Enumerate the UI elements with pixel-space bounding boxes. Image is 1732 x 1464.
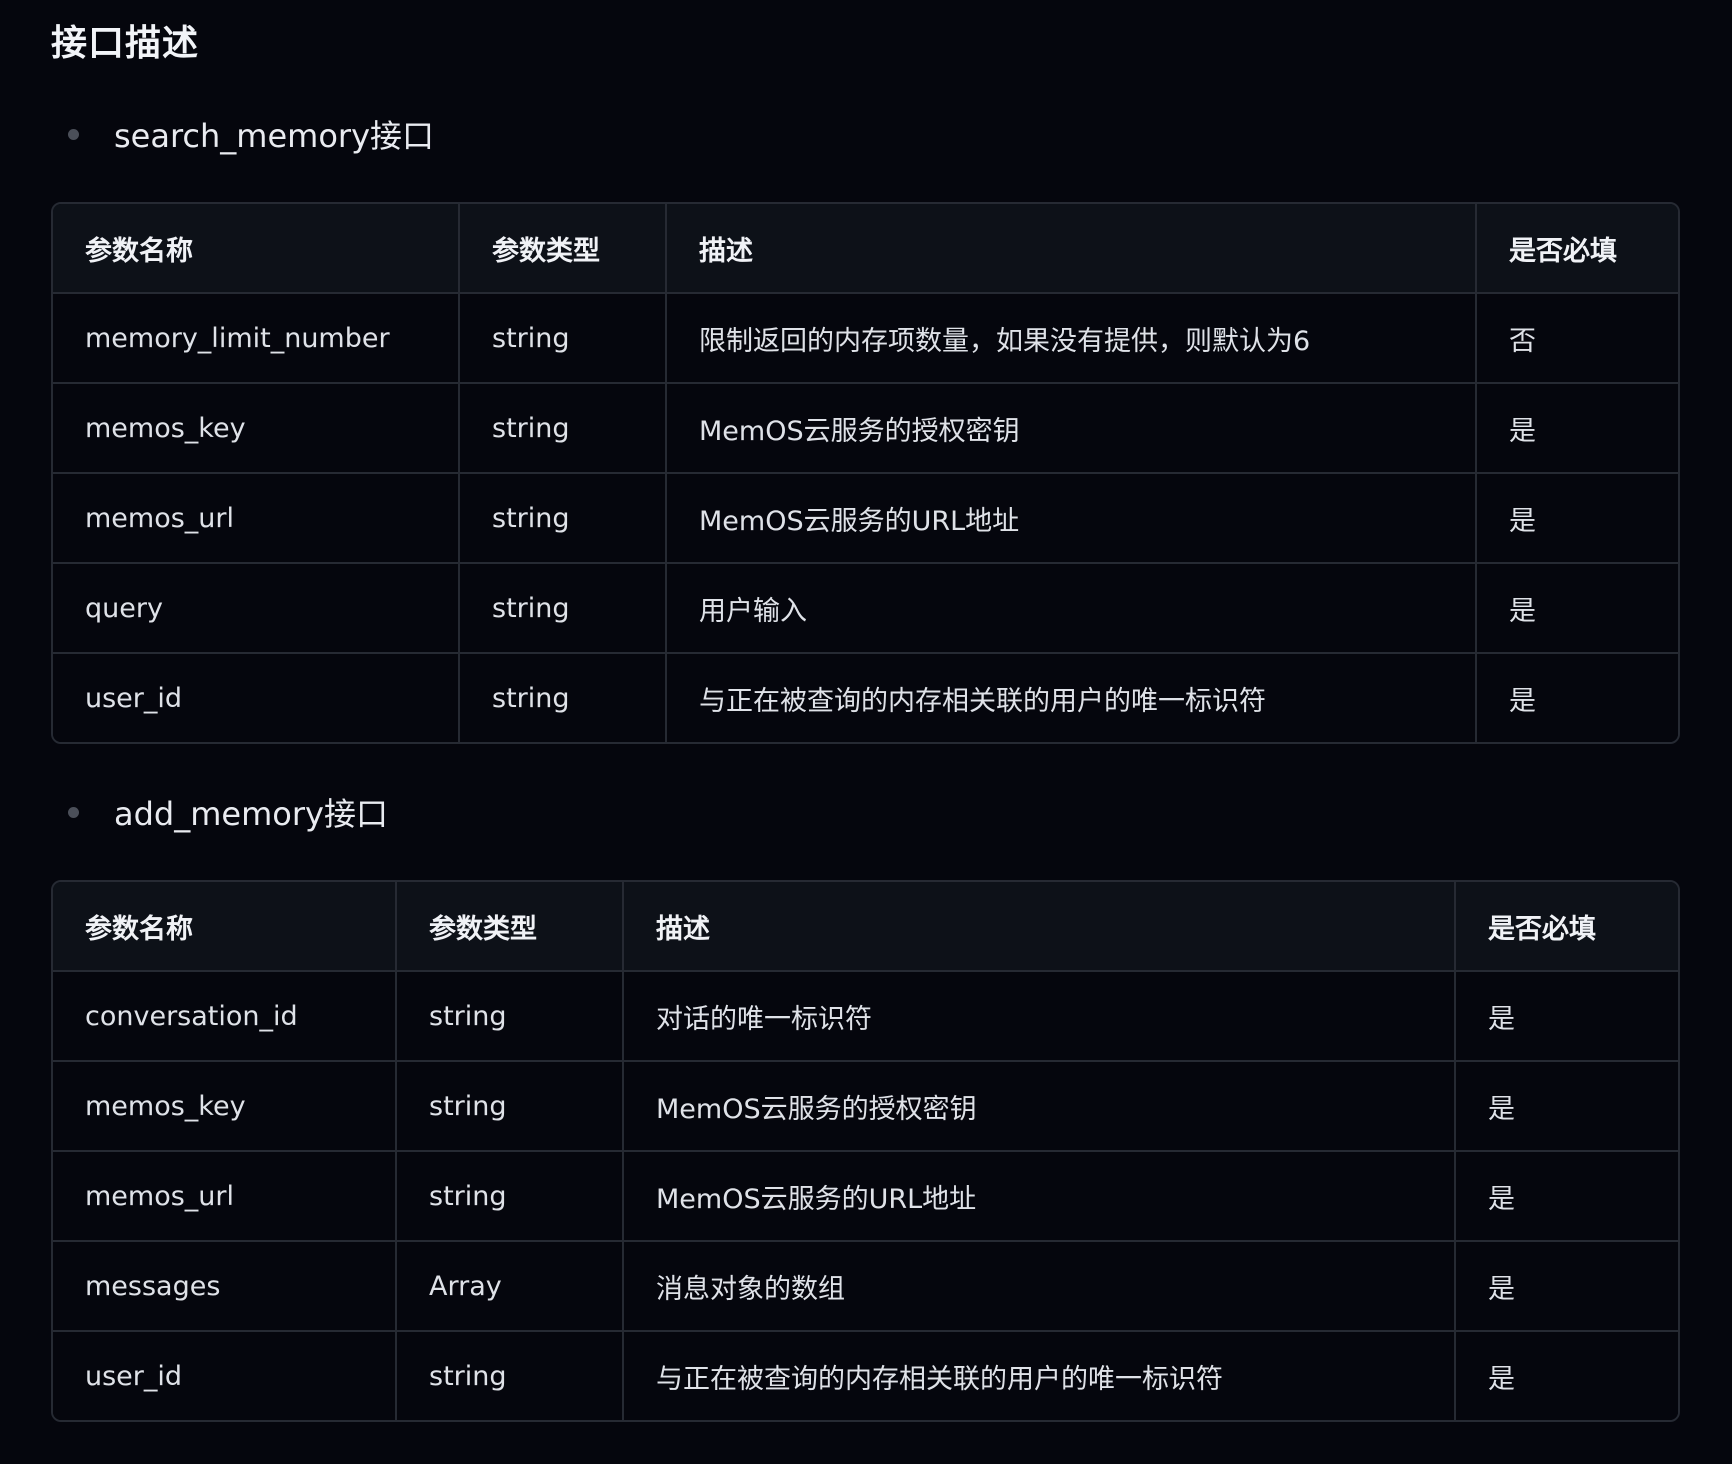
cell-param-type: string	[396, 1061, 624, 1152]
cell-required: 是	[1455, 1151, 1678, 1242]
cell-required: 是	[1476, 383, 1678, 474]
cell-required: 是	[1455, 1241, 1678, 1332]
cell-param-type: string	[459, 293, 667, 384]
cell-param-type: string	[396, 971, 624, 1062]
cell-param-type: string	[459, 383, 667, 474]
cell-required: 是	[1455, 1331, 1678, 1420]
cell-description: MemOS云服务的授权密钥	[623, 1061, 1456, 1152]
cell-required: 否	[1476, 293, 1678, 384]
cell-description: 限制返回的内存项数量，如果没有提供，则默认为6	[666, 293, 1477, 384]
table-row: memos_url string MemOS云服务的URL地址 是	[53, 1151, 1678, 1242]
table-row: messages Array 消息对象的数组 是	[53, 1241, 1678, 1332]
document-page: 接口描述 search_memory接口 参数名称 参数类型 描述 是否必填 m…	[0, 0, 1732, 1464]
cell-param-type: string	[459, 473, 667, 564]
cell-param-name: query	[53, 563, 460, 654]
cell-description: 与正在被查询的内存相关联的用户的唯一标识符	[623, 1331, 1456, 1420]
cell-description: MemOS云服务的URL地址	[623, 1151, 1456, 1242]
cell-description: 对话的唯一标识符	[623, 971, 1456, 1062]
column-header-description: 描述	[666, 204, 1477, 294]
add-memory-params-table: 参数名称 参数类型 描述 是否必填 conversation_id string…	[51, 880, 1680, 1422]
table-row: memory_limit_number string 限制返回的内存项数量，如果…	[53, 293, 1678, 384]
cell-description: MemOS云服务的URL地址	[666, 473, 1477, 564]
cell-param-name: user_id	[53, 1331, 397, 1420]
bullet-icon	[68, 806, 79, 818]
section-title: search_memory接口	[114, 117, 435, 155]
page-title: 接口描述	[51, 23, 200, 64]
table-row: user_id string 与正在被查询的内存相关联的用户的唯一标识符 是	[53, 653, 1678, 742]
cell-required: 是	[1476, 473, 1678, 564]
cell-param-name: messages	[53, 1241, 397, 1332]
section-add-memory-heading: add_memory接口	[68, 787, 388, 837]
table-row: memos_key string MemOS云服务的授权密钥 是	[53, 383, 1678, 474]
cell-description: 用户输入	[666, 563, 1477, 654]
column-header-required: 是否必填	[1476, 204, 1678, 294]
cell-param-name: memory_limit_number	[53, 293, 460, 384]
column-header-param-name: 参数名称	[53, 882, 397, 972]
cell-param-name: memos_key	[53, 383, 460, 474]
cell-description: 消息对象的数组	[623, 1241, 1456, 1332]
search-memory-params-table: 参数名称 参数类型 描述 是否必填 memory_limit_number st…	[51, 202, 1680, 744]
cell-required: 是	[1476, 563, 1678, 654]
cell-required: 是	[1455, 1061, 1678, 1152]
bullet-icon	[68, 128, 79, 140]
cell-param-name: memos_url	[53, 473, 460, 564]
column-header-param-type: 参数类型	[459, 204, 667, 294]
cell-description: MemOS云服务的授权密钥	[666, 383, 1477, 474]
table-row: user_id string 与正在被查询的内存相关联的用户的唯一标识符 是	[53, 1331, 1678, 1420]
table-row: conversation_id string 对话的唯一标识符 是	[53, 971, 1678, 1062]
table-header-row: 参数名称 参数类型 描述 是否必填	[53, 204, 1678, 294]
cell-required: 是	[1476, 653, 1678, 742]
table-row: query string 用户输入 是	[53, 563, 1678, 654]
cell-param-name: user_id	[53, 653, 460, 742]
section-search-memory-heading: search_memory接口	[68, 109, 434, 159]
table-row: memos_key string MemOS云服务的授权密钥 是	[53, 1061, 1678, 1152]
column-header-param-type: 参数类型	[396, 882, 624, 972]
cell-param-type: string	[396, 1151, 624, 1242]
table-row: memos_url string MemOS云服务的URL地址 是	[53, 473, 1678, 564]
table-header-row: 参数名称 参数类型 描述 是否必填	[53, 882, 1678, 972]
cell-param-type: string	[459, 563, 667, 654]
cell-param-type: Array	[396, 1241, 624, 1332]
cell-required: 是	[1455, 971, 1678, 1062]
cell-param-type: string	[459, 653, 667, 742]
cell-description: 与正在被查询的内存相关联的用户的唯一标识符	[666, 653, 1477, 742]
column-header-param-name: 参数名称	[53, 204, 460, 294]
cell-param-name: conversation_id	[53, 971, 397, 1062]
cell-param-name: memos_url	[53, 1151, 397, 1242]
cell-param-type: string	[396, 1331, 624, 1420]
column-header-description: 描述	[623, 882, 1456, 972]
section-title: add_memory接口	[114, 795, 388, 833]
cell-param-name: memos_key	[53, 1061, 397, 1152]
column-header-required: 是否必填	[1455, 882, 1678, 972]
